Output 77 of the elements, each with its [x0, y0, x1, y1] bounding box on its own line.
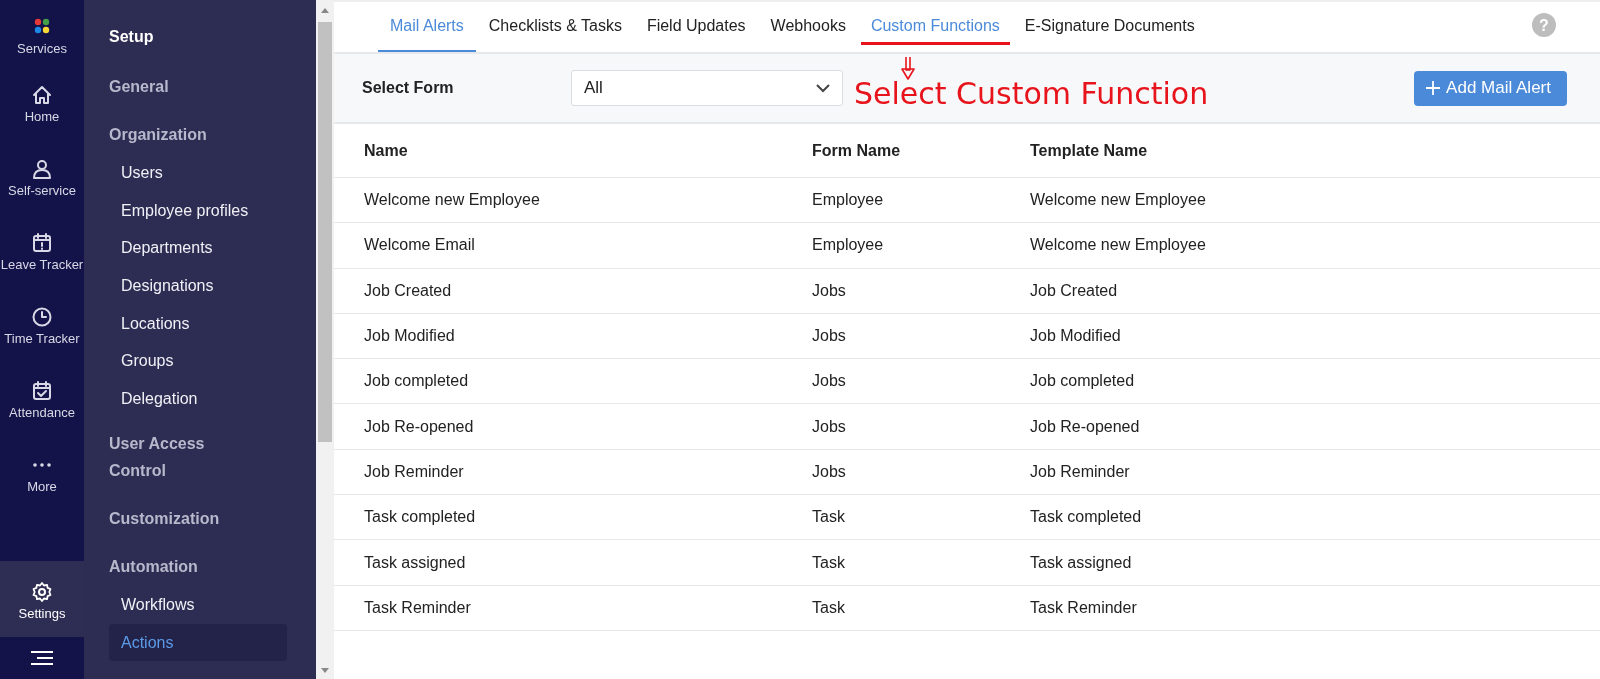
table-cell: Welcome new Employee — [1030, 177, 1600, 223]
tab[interactable]: Webhooks — [758, 2, 858, 52]
table-cell: Task — [812, 494, 1030, 540]
sidebar-title: Setup — [109, 28, 155, 46]
chevron-down-icon — [816, 83, 830, 93]
sidebar-section[interactable]: Customization — [109, 504, 259, 532]
sidebar-item[interactable]: Users — [109, 154, 287, 192]
table-cell: Jobs — [812, 404, 1030, 450]
table-cell: Job Created — [1030, 268, 1600, 314]
table-cell: Job Reminder — [334, 449, 812, 495]
rail-item[interactable]: Self-service — [0, 148, 84, 222]
table-cell: Task Reminder — [1030, 585, 1600, 631]
table-cell: Jobs — [812, 313, 1030, 359]
rail-item[interactable]: Home — [0, 74, 84, 148]
sidebar-item[interactable]: Employee profiles — [109, 191, 287, 230]
sidebar-item[interactable]: Designations — [109, 267, 287, 305]
table-cell: Task completed — [1030, 494, 1600, 540]
tab[interactable]: Custom Functions — [858, 2, 1012, 52]
table-cell: Job Created — [334, 268, 812, 314]
form-dropdown[interactable]: All — [571, 70, 843, 106]
tab[interactable]: Field Updates — [634, 2, 758, 52]
table-cell: Employee — [812, 222, 1030, 269]
home-icon — [31, 84, 53, 106]
table-cell: Job completed — [1030, 358, 1600, 404]
table-cell: Employee — [812, 177, 1030, 223]
column-header: Template Name — [1030, 124, 1600, 178]
table-cell: Job Modified — [1030, 313, 1600, 359]
sidebar-section[interactable]: Organization — [109, 121, 259, 148]
rail-item[interactable]: More — [0, 444, 84, 518]
sidebar-item[interactable]: Groups — [109, 342, 287, 381]
table-cell: Job Reminder — [1030, 449, 1600, 495]
table-cell: Task — [812, 539, 1030, 586]
person-icon — [31, 158, 53, 180]
column-header: Form Name — [812, 124, 1030, 178]
rail-item[interactable]: Time Tracker — [0, 296, 84, 370]
tab[interactable]: E-Signature Documents — [1012, 2, 1207, 52]
table-cell: Task Reminder — [334, 585, 812, 631]
calendar-alert-icon — [31, 232, 53, 254]
rail-item[interactable]: Services — [0, 0, 84, 74]
sidebar-item[interactable]: Locations — [109, 304, 287, 343]
table-cell: Job completed — [334, 358, 812, 404]
tab[interactable]: Checklists & Tasks — [476, 2, 634, 52]
table-cell: Job Re-opened — [334, 404, 812, 450]
column-header: Name — [334, 124, 812, 178]
table-cell: Job Re-opened — [1030, 404, 1600, 450]
sidebar-section[interactable]: User Access Control — [109, 429, 259, 484]
sidebar-section[interactable]: Automation — [109, 552, 259, 580]
scrollbar[interactable] — [316, 0, 334, 679]
table-cell: Task — [812, 585, 1030, 631]
calendar-check-icon — [31, 380, 53, 402]
sidebar-item[interactable]: Workflows — [109, 585, 287, 624]
table-cell: Task assigned — [1030, 539, 1600, 586]
table-cell: Welcome new Employee — [1030, 222, 1600, 269]
table-cell: Task assigned — [334, 539, 812, 586]
rail-item[interactable]: Attendance — [0, 370, 84, 444]
table-cell: Welcome Email — [334, 222, 812, 269]
annotation-text: Select Custom Function — [854, 76, 1209, 111]
clock-icon — [31, 306, 53, 328]
table-cell: Task completed — [334, 494, 812, 540]
more-icon — [31, 462, 53, 468]
rail-item[interactable]: Leave Tracker — [0, 222, 84, 296]
table-cell: Jobs — [812, 268, 1030, 314]
sidebar-item[interactable]: Delegation — [109, 380, 287, 418]
sidebar-item[interactable]: Departments — [109, 229, 287, 268]
table-cell: Welcome new Employee — [334, 177, 812, 223]
add-mail-alert-button[interactable]: Add Mail Alert — [1414, 70, 1567, 106]
tab[interactable]: Mail Alerts — [378, 2, 476, 52]
settings-icon — [31, 581, 53, 603]
rail-item[interactable]: Settings — [0, 561, 84, 637]
table-cell: Jobs — [812, 449, 1030, 495]
sidebar-item[interactable]: Actions — [109, 623, 287, 662]
plus-icon — [1426, 81, 1441, 95]
sidebar-section[interactable]: General — [109, 73, 259, 100]
filter-label: Select Form — [362, 79, 455, 97]
table-cell: Jobs — [812, 358, 1030, 404]
table-cell: Job Modified — [334, 313, 812, 359]
annotation-arrow — [901, 56, 915, 80]
